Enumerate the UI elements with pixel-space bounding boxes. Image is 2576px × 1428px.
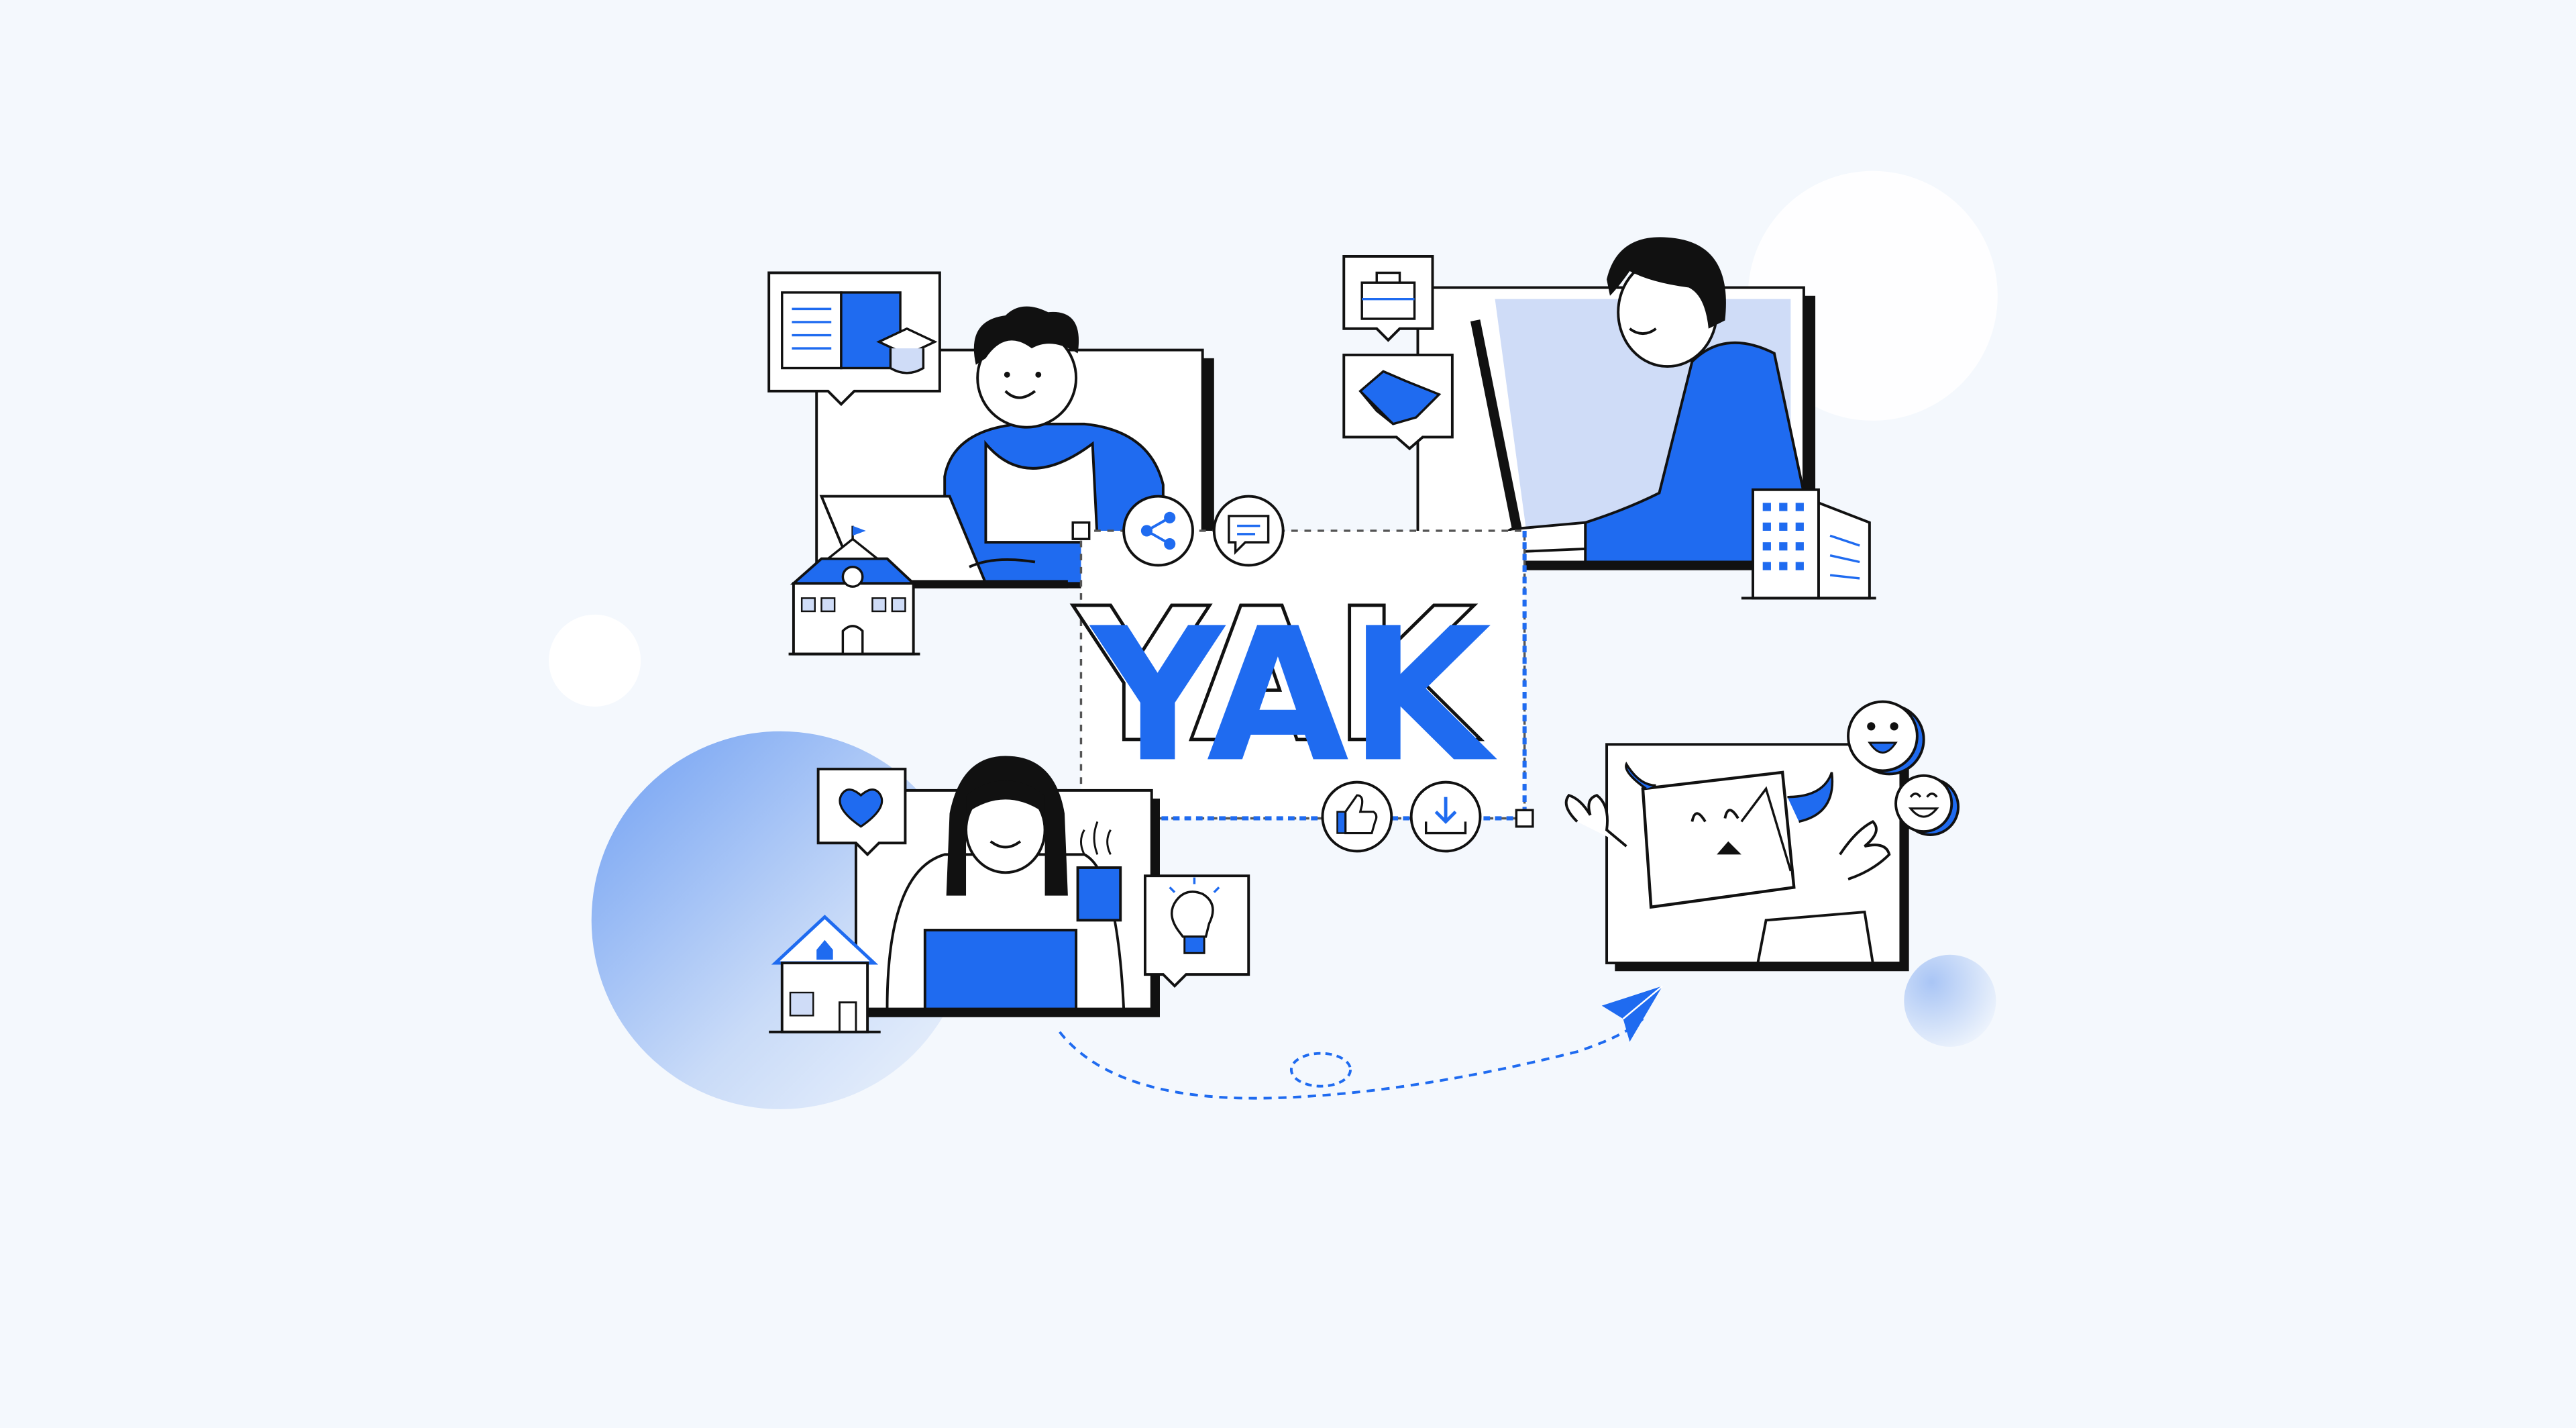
flight-path-loop — [1289, 1052, 1352, 1088]
flight-path — [1059, 1017, 1644, 1100]
lightbulb-icon — [1143, 874, 1250, 988]
share-button[interactable] — [1122, 495, 1194, 567]
illustration-canvas: YAK YAK — [549, 170, 1998, 1109]
download-button[interactable] — [1409, 780, 1482, 853]
paper-plane-icon — [1601, 985, 1664, 1042]
smiley-face-icon — [1847, 700, 1925, 776]
like-button[interactable] — [1321, 780, 1393, 853]
decor-circle-small-blue — [1904, 954, 1996, 1047]
brand-logo-text: YAK — [1088, 588, 1499, 803]
decor-circle-small-white — [549, 614, 641, 707]
mascot-panel — [1564, 743, 1909, 972]
brand-logo: YAK YAK — [1070, 567, 1499, 803]
heart-icon — [816, 768, 907, 857]
office-building-icon — [1741, 488, 1876, 600]
handshake-icon — [1342, 353, 1454, 451]
laughing-face-icon — [1894, 774, 1960, 836]
briefcase-icon — [1342, 255, 1434, 342]
chat-button[interactable] — [1212, 495, 1285, 567]
